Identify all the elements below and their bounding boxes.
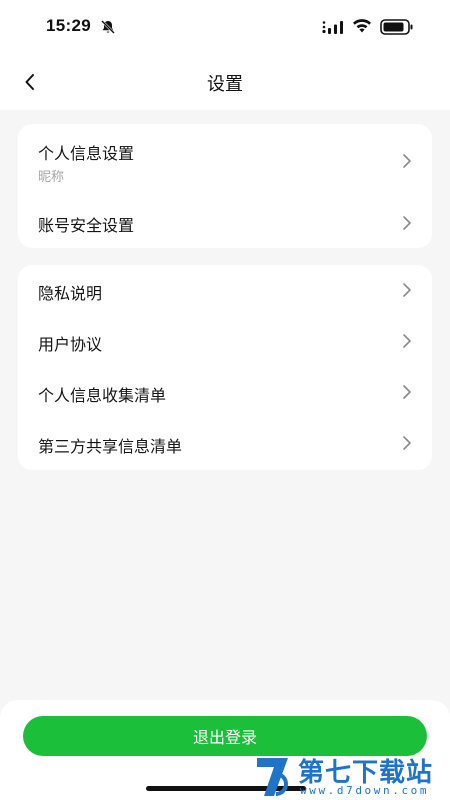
- chevron-right-icon: [403, 436, 411, 450]
- watermark: 第七下载站 www.d7down.com: [254, 752, 450, 800]
- personal-info-settings-row[interactable]: 个人信息设置 昵称: [18, 124, 432, 198]
- privacy-statement-row[interactable]: 隐私说明: [18, 265, 432, 316]
- row-label: 用户协议: [38, 335, 103, 354]
- wifi-icon: [353, 19, 371, 33]
- battery-icon: [380, 19, 413, 35]
- chevron-right-icon: [403, 334, 411, 348]
- status-time: 15:29: [46, 16, 91, 35]
- chevron-right-icon: [403, 283, 411, 297]
- nav-bar: 设置: [0, 54, 450, 110]
- settings-screen: 15:29 设置 个人信息设置 昵称 账号安全设置 隐私说明 用户协议 个人信息…: [0, 0, 450, 800]
- chevron-right-icon: [403, 385, 411, 399]
- row-label: 个人信息设置: [38, 144, 135, 163]
- row-label: 账号安全设置: [38, 216, 135, 235]
- user-agreement-row[interactable]: 用户协议: [18, 316, 432, 367]
- logout-button[interactable]: 退出登录: [23, 716, 427, 756]
- row-label: 第三方共享信息清单: [38, 437, 183, 456]
- signal-icon: [322, 21, 343, 34]
- chevron-right-icon: [403, 154, 411, 168]
- row-label: 个人信息收集清单: [38, 386, 167, 405]
- account-settings-card: 个人信息设置 昵称 账号安全设置: [18, 124, 432, 248]
- personal-info-collection-list-row[interactable]: 个人信息收集清单: [18, 367, 432, 418]
- nickname-label: 昵称: [38, 170, 65, 185]
- page-title: 设置: [207, 74, 243, 95]
- account-security-settings-row[interactable]: 账号安全设置: [18, 198, 432, 248]
- bell-off-icon: [101, 20, 115, 34]
- watermark-logo-icon: [257, 758, 288, 796]
- watermark-url: www.d7down.com: [300, 784, 430, 797]
- chevron-right-icon: [403, 216, 411, 230]
- policy-info-card: 隐私说明 用户协议 个人信息收集清单 第三方共享信息清单: [18, 265, 432, 470]
- status-bar: 15:29: [0, 0, 450, 54]
- third-party-sharing-list-row[interactable]: 第三方共享信息清单: [18, 418, 432, 470]
- row-label: 隐私说明: [38, 284, 103, 303]
